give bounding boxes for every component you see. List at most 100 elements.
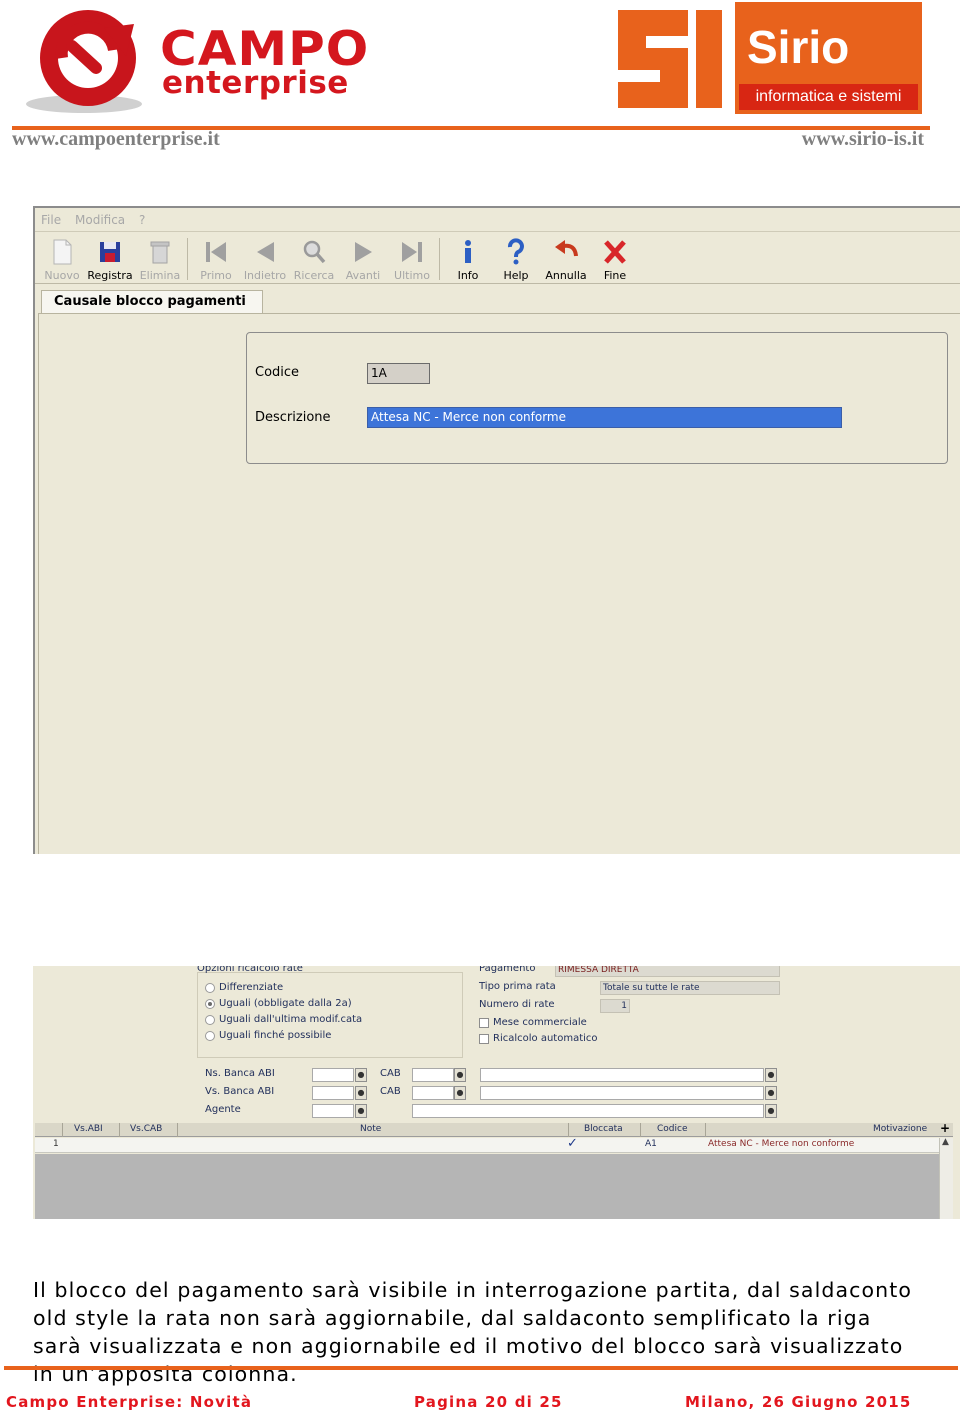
agente-label: Agente <box>205 1104 241 1115</box>
ultimo-button[interactable]: Ultimo <box>387 236 437 282</box>
fine-button[interactable]: Fine <box>590 236 640 282</box>
vs-banca-abi-label: Vs. Banca ABI <box>205 1086 275 1097</box>
sirio-logo: Sirio informatica e sistemi <box>610 2 922 118</box>
toolbar: Nuovo Registra Elimina Primo Indietro Ri… <box>35 232 960 284</box>
col-vs-abi[interactable]: Vs.ABI <box>74 1124 103 1134</box>
numero-rate-label: Numero di rate <box>479 999 555 1010</box>
ultimo-label: Ultimo <box>394 269 430 282</box>
sirio-website-link[interactable]: www.sirio-is.it <box>802 128 924 151</box>
agente-field[interactable] <box>312 1104 354 1118</box>
footer-divider <box>4 1366 958 1370</box>
causale-form-group: Codice 1A Descrizione Attesa NC - Merce … <box>246 332 948 464</box>
grid-scrollbar[interactable]: ▲ <box>939 1137 953 1219</box>
ns-cab-label: CAB <box>380 1068 401 1079</box>
agente-desc-field[interactable] <box>412 1104 764 1118</box>
body-paragraph: Il blocco del pagamento sarà visibile in… <box>33 1278 913 1386</box>
column-separator <box>568 1123 569 1137</box>
rate-grid-header: Vs.ABI Vs.CAB Note Bloccata Codice Motiv… <box>35 1121 953 1137</box>
add-row-icon[interactable]: + <box>940 1121 950 1135</box>
agente-lookup-icon[interactable]: ● <box>355 1104 367 1118</box>
ns-banca-desc-field[interactable] <box>480 1068 764 1082</box>
si-monogram-icon <box>618 10 722 108</box>
mese-commerciale-checkbox[interactable] <box>479 1018 489 1028</box>
vs-cab-field[interactable] <box>412 1086 454 1100</box>
undo-arrow-icon <box>555 240 578 257</box>
registra-button[interactable]: Registra <box>85 236 135 282</box>
table-row[interactable]: 1 ✓ A1 Attesa NC - Merce non conforme <box>35 1136 953 1153</box>
opzioni-ricalcolo-title: Opzioni ricalcolo rate <box>197 966 303 974</box>
pagamento-field[interactable]: RIMESSA DIRETTA <box>555 966 780 977</box>
tipo-prima-rata-field[interactable]: Totale su tutte le rate <box>600 981 780 995</box>
agente-desc-lookup-icon[interactable]: ● <box>765 1104 777 1118</box>
tab-causale-blocco-pagamenti[interactable]: Causale blocco pagamenti <box>41 290 263 314</box>
col-codice[interactable]: Codice <box>657 1124 688 1134</box>
codice-label: Codice <box>255 365 300 380</box>
row-codice: A1 <box>645 1139 657 1149</box>
ns-abi-field[interactable] <box>312 1068 354 1082</box>
vs-banca-lookup-icon[interactable]: ● <box>765 1086 777 1100</box>
vs-abi-field[interactable] <box>312 1086 354 1100</box>
ns-cab-field[interactable] <box>412 1068 454 1082</box>
row-number: 1 <box>53 1139 59 1149</box>
causale-blocco-window: File Modifica ? Nuovo Registra Elimina P… <box>33 206 960 854</box>
vs-abi-lookup-icon[interactable]: ● <box>355 1086 367 1100</box>
help-question-icon <box>508 238 524 265</box>
grid-empty-area <box>35 1154 939 1219</box>
bloccata-checkmark-icon[interactable]: ✓ <box>567 1136 578 1151</box>
menu-modifica[interactable]: Modifica <box>75 213 125 227</box>
option-label: Differenziate <box>219 982 284 993</box>
ricalcolo-automatico-label: Ricalcolo automatico <box>493 1033 598 1044</box>
next-icon <box>355 242 372 262</box>
column-separator <box>62 1123 63 1137</box>
option-label: Uguali finché possibile <box>219 1030 332 1041</box>
menu-help[interactable]: ? <box>139 213 145 227</box>
sirio-brand-box: Sirio informatica e sistemi <box>735 2 922 114</box>
saldaconto-window: Opzioni ricalcolo rate Differenziate Ugu… <box>33 966 960 1219</box>
column-separator <box>119 1123 120 1137</box>
tipo-prima-rata-label: Tipo prima rata <box>479 981 556 992</box>
sirio-tagline: informatica e sistemi <box>739 84 918 110</box>
radio-uguali-finche-possibile[interactable] <box>205 1031 215 1041</box>
footer-title: Campo Enterprise: Novità <box>6 1393 253 1411</box>
footer-date: Milano, 26 Giugno 2015 <box>685 1393 912 1411</box>
ricalcolo-automatico-checkbox[interactable] <box>479 1034 489 1044</box>
descrizione-field[interactable]: Attesa NC - Merce non conforme <box>367 407 842 428</box>
vs-banca-desc-field[interactable] <box>480 1086 764 1100</box>
footer-page-number: Pagina 20 di 25 <box>414 1393 563 1411</box>
col-motivazione[interactable]: Motivazione <box>873 1124 927 1134</box>
radio-uguali-obbligate[interactable] <box>205 999 215 1009</box>
help-button[interactable]: Help <box>491 236 541 282</box>
codice-field[interactable]: 1A <box>367 363 430 384</box>
vs-cab-lookup-icon[interactable]: ● <box>454 1086 466 1100</box>
ns-abi-lookup-icon[interactable]: ● <box>355 1068 367 1082</box>
radio-differenziate[interactable] <box>205 983 215 993</box>
option-label: Uguali (obbligate dalla 2a) <box>219 998 352 1009</box>
campo-enterprise-logo: CAMPO enterprise <box>22 6 368 116</box>
fine-label: Fine <box>603 269 627 282</box>
menu-file[interactable]: File <box>41 213 61 227</box>
ns-banca-lookup-icon[interactable]: ● <box>765 1068 777 1082</box>
column-separator <box>705 1123 706 1137</box>
ns-cab-lookup-icon[interactable]: ● <box>454 1068 466 1082</box>
elimina-button[interactable]: Elimina <box>135 236 185 282</box>
close-x-icon <box>604 240 626 264</box>
sirio-logo-text: Sirio <box>747 21 850 73</box>
col-vs-cab[interactable]: Vs.CAB <box>130 1124 162 1134</box>
vs-cab-label: CAB <box>380 1086 401 1097</box>
descrizione-label: Descrizione <box>255 410 331 425</box>
radio-uguali-ultima-modifica[interactable] <box>205 1015 215 1025</box>
mese-commerciale-label: Mese commerciale <box>493 1017 587 1028</box>
elimina-label: Elimina <box>139 269 181 282</box>
col-bloccata[interactable]: Bloccata <box>584 1124 623 1134</box>
numero-rate-field[interactable]: 1 <box>600 999 630 1013</box>
pagamento-label: Pagamento <box>479 966 536 974</box>
column-separator <box>177 1123 178 1137</box>
previous-icon <box>257 242 274 262</box>
search-magnifier-icon <box>303 240 326 264</box>
scroll-up-icon[interactable]: ▲ <box>942 1137 949 1147</box>
first-record-icon <box>206 242 226 262</box>
delete-trash-icon <box>150 241 170 264</box>
campo-arrow-logo-icon <box>26 10 142 113</box>
campo-website-link[interactable]: www.campoenterprise.it <box>12 128 220 151</box>
col-note[interactable]: Note <box>360 1124 381 1134</box>
